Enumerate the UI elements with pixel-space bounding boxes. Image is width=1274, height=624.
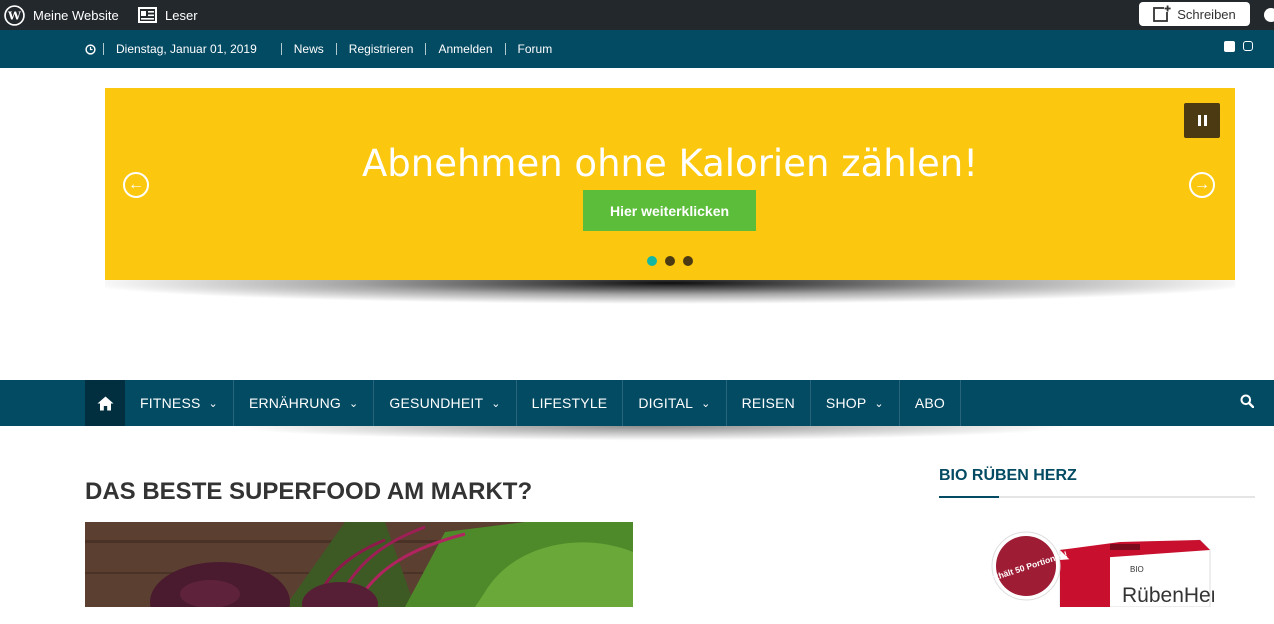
top-info-bar: Dienstag, Januar 01, 2019 News Registrie… [0,30,1274,68]
avatar[interactable] [1264,8,1274,22]
home-icon [97,396,113,410]
nav-label: REISEN [741,395,795,411]
product-box-illustration: BIO RübenHerz Enthält 50 Portionen! [984,531,1228,608]
facebook-icon[interactable] [1224,41,1235,52]
nav-label: LIFESTYLE [531,395,608,411]
nav-item-abo[interactable]: ABO [900,380,961,426]
site-name: Meine Website [33,7,119,23]
beetroot-illustration [85,522,633,607]
nav-item-gesundheit[interactable]: GESUNDHEIT ⌄ [374,380,517,426]
chevron-down-icon: ⌄ [701,397,711,410]
svg-text:W: W [7,8,22,22]
svg-text:RübenHerz: RübenHerz [1122,584,1214,607]
reader-link[interactable]: Leser [138,0,198,30]
nav-item-shop[interactable]: SHOP ⌄ [811,380,900,426]
nav-label: SHOP [825,395,867,411]
top-link-forum[interactable]: Forum [504,43,565,55]
new-post-icon [1153,5,1172,22]
instagram-icon[interactable] [1243,41,1253,51]
chevron-down-icon: ⌄ [208,397,218,410]
chevron-down-icon: ⌄ [348,397,359,410]
sidebar-divider [939,496,1255,498]
wordpress-icon: W [4,4,25,26]
next-slide-arrow-icon[interactable]: → [1189,172,1215,198]
article-image[interactable] [85,522,633,607]
nav-item-reisen[interactable]: REISEN [727,380,811,426]
clock-icon [85,43,96,55]
article-title[interactable]: DAS BESTE SUPERFOOD AM MARKT? [85,478,532,506]
nav-label: GESUNDHEIT [389,395,484,411]
top-link-login[interactable]: Anmelden [425,43,504,55]
nav-item-fitness[interactable]: FITNESS ⌄ [125,380,234,426]
prev-slide-arrow-icon[interactable]: ← [123,172,149,198]
slider-dot[interactable] [665,256,675,266]
site-menu[interactable]: W Meine Website [4,0,119,30]
home-button[interactable] [85,380,125,426]
write-label: Schreiben [1177,6,1236,22]
search-button[interactable] [1240,394,1255,411]
chevron-down-icon: ⌄ [874,397,884,410]
nav-item-digital[interactable]: DIGITAL ⌄ [623,380,727,426]
slider-dot[interactable] [683,256,693,266]
product-image[interactable]: BIO RübenHerz Enthält 50 Portionen! [984,530,1228,608]
nav-shadow [230,426,1070,462]
chevron-down-icon: ⌄ [491,397,501,410]
reader-label: Leser [165,7,198,23]
main-navigation: FITNESS ⌄ ERNÄHRUNG ⌄ GESUNDHEIT ⌄ LIFESTYL… [0,380,1274,426]
nav-item-lifestyle[interactable]: LIFESTYLE [517,380,624,426]
nav-label: ERNÄHRUNG [248,395,341,411]
pause-icon [1197,115,1201,126]
date-display: Dienstag, Januar 01, 2019 [85,43,281,55]
hero-cta-button[interactable]: Hier weiterklicken [583,190,756,231]
write-button[interactable]: Schreiben [1139,2,1250,26]
hero-title: Abnehmen ohne Kalorien zählen! [361,142,979,185]
nav-label: DIGITAL [638,395,694,411]
search-icon [1240,394,1255,409]
pause-button[interactable] [1184,103,1220,138]
sidebar-widget-title: BIO RÜBEN HERZ [939,467,1077,484]
wp-admin-bar: W Meine Website Leser Schreiben [0,0,1274,30]
nav-label: ABO [914,395,945,411]
reader-icon [138,7,157,23]
nav-item-ernaehrung[interactable]: ERNÄHRUNG ⌄ [234,380,375,426]
date-text: Dienstag, Januar 01, 2019 [103,43,269,55]
top-link-register[interactable]: Registrieren [335,43,426,55]
nav-label: FITNESS [140,395,201,411]
top-link-news[interactable]: News [280,43,336,55]
hero-slider: Abnehmen ohne Kalorien zählen! Hier weit… [105,88,1235,280]
svg-text:BIO: BIO [1130,565,1144,574]
social-links [1224,41,1253,52]
slider-dot[interactable] [647,256,657,266]
slider-dots [647,256,693,266]
